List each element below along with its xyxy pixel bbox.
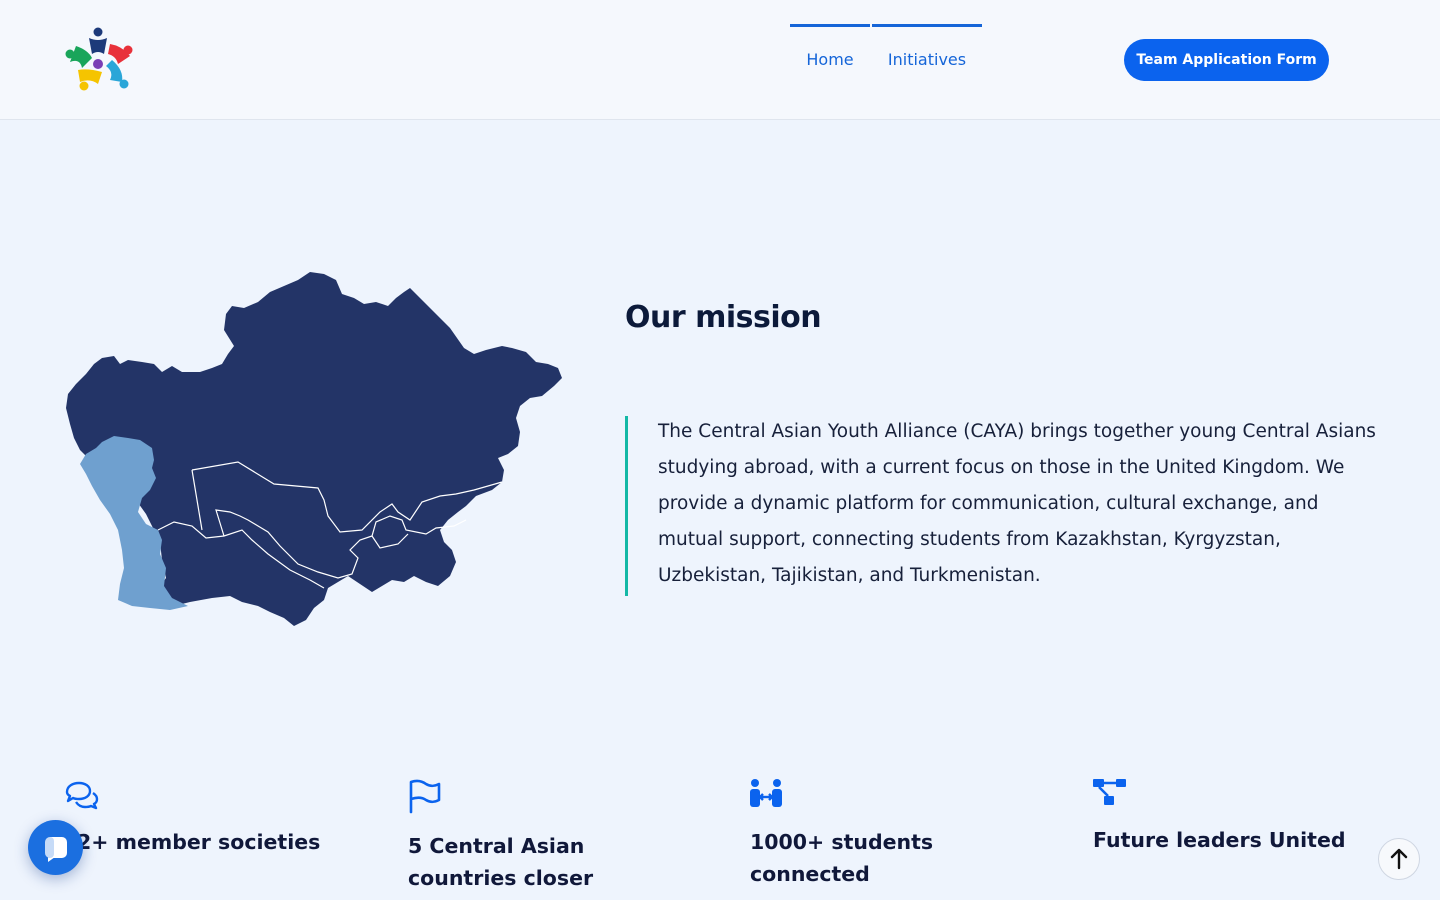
caya-logo[interactable]: [62, 24, 138, 96]
arrow-up-icon: [1390, 848, 1408, 870]
logo-icon: [65, 27, 133, 91]
stat-member-societies: [63, 778, 99, 814]
nav-initiatives-link[interactable]: Initiatives: [872, 24, 982, 77]
stat-label-member-societies: 2+ member societies: [77, 830, 321, 854]
site-header: Home Initiatives Team Application Form: [0, 0, 1440, 120]
flag-icon: [409, 779, 441, 814]
mission-quote: The Central Asian Youth Alliance (CAYA) …: [625, 416, 1377, 596]
stat-label-future-leaders: Future leaders United: [1093, 828, 1346, 852]
chat-icon: [45, 837, 67, 862]
people-exchange-icon: [750, 779, 782, 807]
chat-widget-button[interactable]: [28, 820, 83, 875]
central-asia-map: [66, 272, 562, 626]
stat-future-leaders: [1092, 776, 1128, 812]
mission-text: The Central Asian Youth Alliance (CAYA) …: [658, 421, 1376, 586]
mission-title: Our mission: [625, 300, 822, 335]
stat-countries: [406, 778, 442, 814]
stat-label-countries: 5 Central Asian countries closer: [408, 834, 594, 890]
team-application-form-button[interactable]: Team Application Form: [1124, 39, 1329, 81]
chat-bubbles-icon: [65, 781, 99, 810]
stat-students: [748, 776, 784, 812]
nav-home-link[interactable]: Home: [790, 24, 870, 77]
scroll-to-top-button[interactable]: [1378, 838, 1420, 880]
stat-label-students: 1000+ students connected: [750, 830, 934, 886]
main-nav: Home Initiatives: [790, 24, 982, 77]
network-icon: [1093, 779, 1126, 805]
